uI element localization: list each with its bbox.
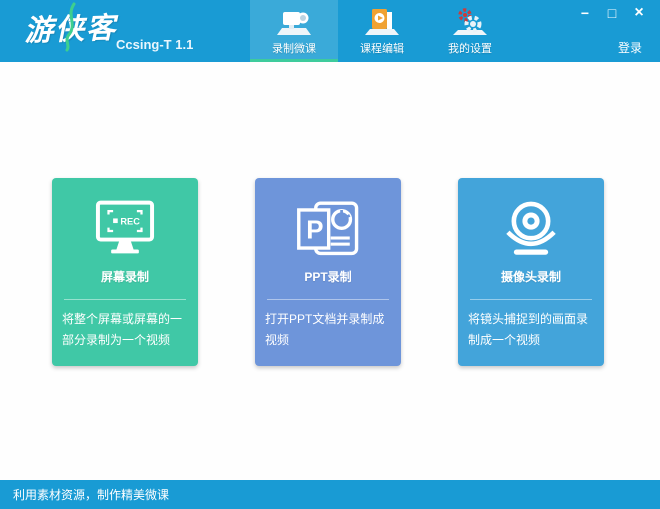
- card-camera-record[interactable]: 摄像头录制 将镜头捕捉到的画面录制成一个视频: [458, 178, 604, 366]
- app-logo: 游侠客: [23, 4, 117, 49]
- card-title: PPT录制: [255, 268, 401, 285]
- tab-course-edit[interactable]: 课程编辑: [338, 0, 426, 62]
- card-description: 打开PPT文档并录制成视频: [265, 309, 392, 351]
- tab-label: 课程编辑: [360, 40, 404, 56]
- close-icon[interactable]: ×: [630, 4, 648, 22]
- title-bar: 游侠客 Ccsing-T 1.1 录制微课: [0, 0, 660, 62]
- card-title: 屏幕录制: [52, 268, 198, 285]
- webcam-icon: [458, 193, 604, 265]
- ppt-letter: P: [306, 217, 323, 245]
- ppt-document-icon: P: [255, 193, 401, 265]
- footer-bar: 利用素材资源，制作精美微课: [0, 480, 660, 509]
- card-divider: [64, 299, 187, 300]
- rec-label: REC: [120, 216, 140, 226]
- card-divider: [267, 299, 390, 300]
- card-description: 将整个屏幕或屏幕的一部分录制为一个视频: [62, 309, 189, 351]
- card-divider: [470, 299, 593, 300]
- tab-record-microlesson[interactable]: 录制微课: [250, 0, 338, 62]
- card-screen-record[interactable]: REC 屏幕录制 将整个屏幕或屏幕的一部分录制为一个视频: [52, 178, 198, 366]
- card-title: 摄像头录制: [458, 268, 604, 285]
- settings-gears-icon: [451, 5, 489, 39]
- tab-label: 录制微课: [272, 40, 316, 56]
- minimize-icon[interactable]: −: [576, 4, 594, 22]
- card-description: 将镜头捕捉到的画面录制成一个视频: [468, 309, 595, 351]
- card-ppt-record[interactable]: P PPT录制 打开PPT文档并录制成视频: [255, 178, 401, 366]
- footer-slogan: 利用素材资源，制作精美微课: [0, 486, 169, 503]
- main-content: REC 屏幕录制 将整个屏幕或屏幕的一部分录制为一个视频: [0, 62, 660, 480]
- login-button[interactable]: 登录: [618, 39, 642, 56]
- screen-record-monitor-icon: REC: [52, 193, 198, 265]
- tab-my-settings[interactable]: 我的设置: [426, 0, 514, 62]
- record-mode-cards: REC 屏幕录制 将整个屏幕或屏幕的一部分录制为一个视频: [52, 178, 604, 366]
- tab-label: 我的设置: [448, 40, 492, 56]
- course-edit-book-icon: [363, 5, 401, 39]
- app-window: 游侠客 Ccsing-T 1.1 录制微课: [0, 0, 660, 509]
- maximize-icon[interactable]: □: [603, 4, 621, 22]
- camera-recorder-icon: [275, 5, 313, 39]
- main-tabs: 录制微课 课程编辑: [250, 0, 514, 62]
- app-version: Ccsing-T 1.1: [116, 37, 193, 52]
- window-controls: − □ ×: [576, 4, 648, 22]
